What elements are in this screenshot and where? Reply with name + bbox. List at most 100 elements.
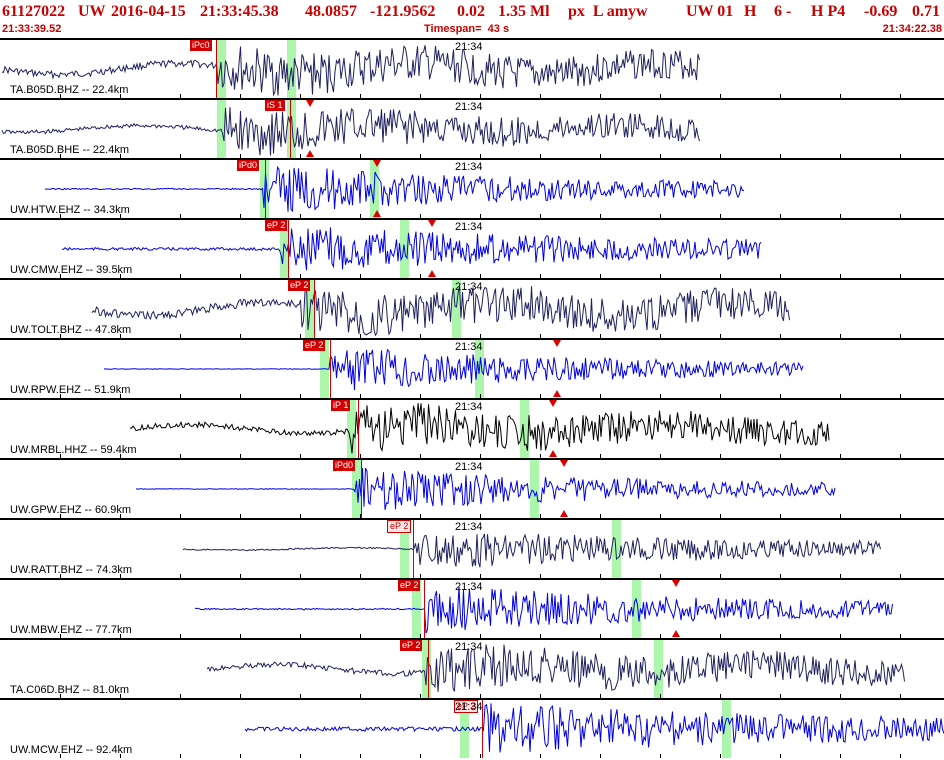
time-tick xyxy=(780,754,781,758)
phase-pick-line[interactable] xyxy=(216,40,217,98)
trace-panel[interactable]: iPd0 21:34 UW.HTW.EHZ -- 34.3km xyxy=(0,158,944,218)
event-network: UW xyxy=(78,3,106,20)
minute-marker: 21:34 xyxy=(455,581,483,593)
amplitude-marker-top-icon xyxy=(553,340,561,347)
amplitude-marker-top-icon xyxy=(560,460,568,467)
amplitude-marker-top-icon xyxy=(373,160,381,167)
time-tick xyxy=(300,754,301,758)
event-lat: 48.0857 xyxy=(305,3,357,20)
phase-pick-label[interactable]: iPd0 xyxy=(237,160,260,171)
waveform-trace xyxy=(91,284,790,337)
event-h-param: H P4 xyxy=(811,3,846,20)
waveform-trace xyxy=(61,227,762,271)
station-label: UW.MBW.EHZ -- 77.7km xyxy=(10,624,132,636)
station-label: UW.TOLT.BHZ -- 47.8km xyxy=(10,324,132,336)
trace-panel[interactable]: eP 2 21:34 UW.CMW.EHZ -- 39.5km xyxy=(0,218,944,278)
trace-panel[interactable]: eP 2 21:34 TA.C06D.BHZ -- 81.0km xyxy=(0,638,944,698)
event-depth: 0.02 xyxy=(457,3,485,20)
station-label: UW.CMW.EHZ -- 39.5km xyxy=(10,264,133,276)
waveform-trace xyxy=(103,348,804,391)
station-label: TA.C06D.BHZ -- 81.0km xyxy=(10,684,129,696)
amplitude-marker-bottom-icon xyxy=(672,630,680,637)
trace-panel[interactable]: eP 2 21:34 UW.MBW.EHZ -- 77.7km xyxy=(0,578,944,638)
seismogram-panels[interactable]: iPc0 21:34 TA.B05D.BHZ -- 22.4km iS 1 21:34 T… xyxy=(0,38,944,760)
event-summary-line: 61127022 UW 2016-04-15 21:33:45.38 48.08… xyxy=(2,1,944,23)
time-tick xyxy=(540,754,541,758)
phase-pick-label[interactable]: eP 2 xyxy=(398,580,421,591)
amplitude-marker-bottom-icon xyxy=(549,450,557,457)
time-tick xyxy=(240,754,241,758)
amplitude-marker-bottom-icon xyxy=(428,270,436,277)
timespan: Timespan= 43 s xyxy=(424,23,510,35)
phase-pick-line[interactable] xyxy=(330,340,331,398)
minute-marker: 21:34 xyxy=(455,461,483,473)
phase-pick-line[interactable] xyxy=(428,640,429,698)
station-label: TA.B05D.BHZ -- 22.4km xyxy=(10,84,129,96)
trace-panel[interactable]: eP 2 21:34 UW.MCW.EHZ -- 92.4km xyxy=(0,698,944,758)
phase-pick-label[interactable]: iS 1 xyxy=(265,100,285,111)
minute-marker: 21:34 xyxy=(455,41,483,53)
trace-panel[interactable]: iPd0 21:34 UW.GPW.EHZ -- 60.9km xyxy=(0,458,944,518)
waveform-trace xyxy=(206,644,905,692)
event-id: 61127022 xyxy=(2,3,66,20)
event-lon: -121.9562 xyxy=(370,3,436,20)
end-time: 21:34:22.38 xyxy=(882,23,942,35)
phase-pick-line[interactable] xyxy=(290,100,291,158)
minute-marker: 21:34 xyxy=(455,221,483,233)
phase-pick-label[interactable]: eP 2 xyxy=(288,280,311,291)
event-header: 61127022 UW 2016-04-15 21:33:45.38 48.08… xyxy=(0,0,944,38)
amplitude-marker-top-icon xyxy=(549,400,557,407)
phase-pick-line[interactable] xyxy=(413,520,414,578)
amplitude-marker-bottom-icon xyxy=(560,510,568,517)
phase-pick-label[interactable]: eP 2 xyxy=(265,220,288,231)
event-quality: H xyxy=(744,3,757,20)
waveform-trace xyxy=(194,586,893,634)
phase-pick-label[interactable]: iPd0 xyxy=(333,460,356,471)
trace-panel[interactable]: iPc0 21:34 TA.B05D.BHZ -- 22.4km xyxy=(0,38,944,98)
time-tick xyxy=(480,754,481,758)
station-label: TA.B05D.BHE -- 22.4km xyxy=(10,144,129,156)
station-label: UW.GPW.EHZ -- 60.9km xyxy=(10,504,132,516)
amplitude-marker-top-icon xyxy=(428,220,436,227)
minute-marker: 21:34 xyxy=(455,701,483,713)
trace-panel[interactable]: eP 2 21:34 UW.TOLT.BHZ -- 47.8km xyxy=(0,278,944,338)
minute-marker: 21:34 xyxy=(455,401,483,413)
waveform-trace xyxy=(182,533,881,568)
trace-panel[interactable]: eP 2 21:34 UW.RATT.BHZ -- 74.3km xyxy=(0,518,944,578)
event-count: 6 - xyxy=(774,3,792,20)
trace-panel[interactable]: iS 1 21:34 TA.B05D.BHE -- 22.4km xyxy=(0,98,944,158)
minute-marker: 21:34 xyxy=(455,161,483,173)
phase-pick-line[interactable] xyxy=(288,220,289,278)
time-tick xyxy=(420,754,421,758)
amplitude-marker-bottom-icon xyxy=(373,210,381,217)
minute-marker: 21:34 xyxy=(455,101,483,113)
time-tick xyxy=(180,754,181,758)
minute-marker: 21:34 xyxy=(455,641,483,653)
amplitude-marker-top-icon xyxy=(672,580,680,587)
event-magnitude: 1.35 Ml xyxy=(498,3,550,20)
phase-pick-label[interactable]: iP 1 xyxy=(331,400,351,411)
start-time: 21:33:39.52 xyxy=(2,23,62,35)
waveform-trace xyxy=(244,703,944,753)
minute-marker: 21:34 xyxy=(455,341,483,353)
minute-marker: 21:34 xyxy=(455,281,483,293)
trace-panel[interactable]: eP 2 21:34 UW.RPW.EHZ -- 51.9km xyxy=(0,338,944,398)
phase-pick-line[interactable] xyxy=(265,160,266,218)
phase-pick-line[interactable] xyxy=(361,460,362,518)
amplitude-marker-bottom-icon xyxy=(306,150,314,157)
phase-pick-line[interactable] xyxy=(424,580,425,638)
phase-pick-label[interactable]: iPc0 xyxy=(190,40,212,51)
phase-pick-label[interactable]: eP 2 xyxy=(303,340,326,351)
event-time: 21:33:45.38 xyxy=(200,3,279,20)
phase-pick-label[interactable]: eP 2 xyxy=(387,520,412,533)
trace-panel[interactable]: iP 1 21:34 UW.MRBL.HHZ -- 59.4km xyxy=(0,398,944,458)
time-tick xyxy=(900,754,901,758)
time-tick xyxy=(600,754,601,758)
phase-pick-line[interactable] xyxy=(314,280,315,338)
phase-pick-label[interactable]: eP 2 xyxy=(400,640,423,651)
waveform-trace xyxy=(135,467,836,510)
event-val2: 0.71 xyxy=(912,3,940,20)
event-flags: px L amyw xyxy=(568,3,648,20)
phase-pick-line[interactable] xyxy=(358,400,359,458)
time-tick xyxy=(360,754,361,758)
